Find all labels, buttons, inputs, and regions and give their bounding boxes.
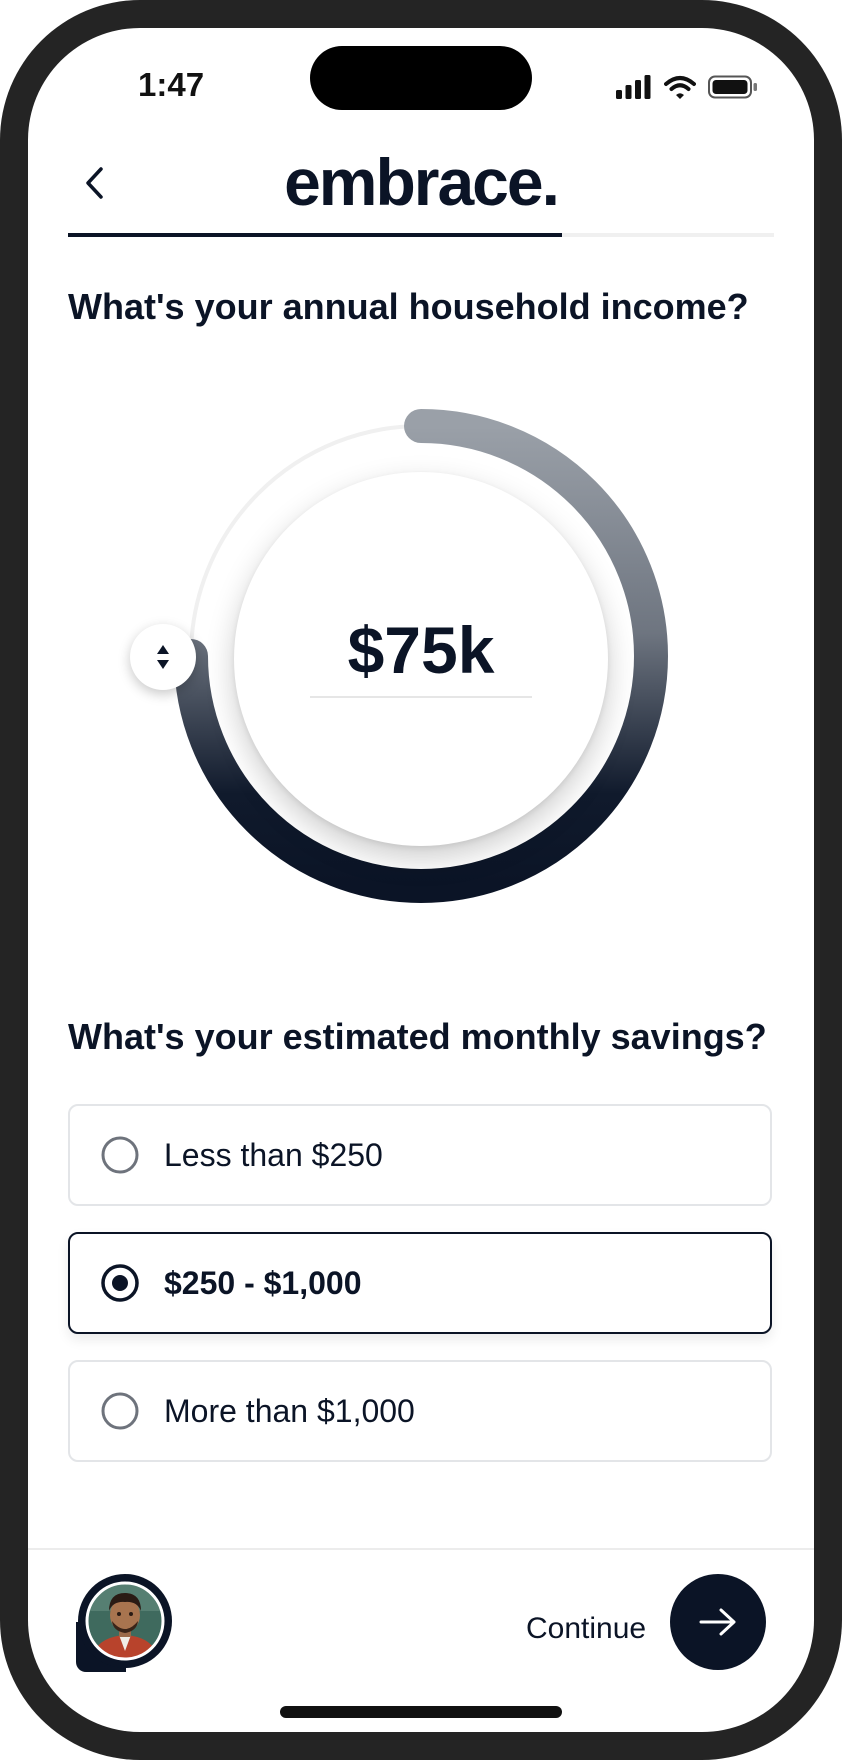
status-icons [616, 72, 758, 102]
income-value-underline [310, 696, 532, 698]
income-question: What's your annual household income? [68, 286, 749, 327]
savings-question: What's your estimated monthly savings? [68, 1016, 767, 1057]
option-label: Less than $250 [164, 1136, 383, 1173]
advisor-photo [85, 1581, 165, 1661]
income-dial[interactable]: $75k [28, 328, 814, 1008]
option-label: $250 - $1,000 [164, 1264, 362, 1301]
option-label: More than $1,000 [164, 1392, 415, 1429]
savings-option-more-than-1000[interactable]: More than $1,000 [68, 1360, 772, 1462]
footer-divider [28, 1548, 814, 1550]
continue-label[interactable]: Continue [526, 1612, 646, 1646]
progress-track [68, 233, 774, 237]
arrow-right-icon [699, 1608, 736, 1636]
radio-button[interactable] [100, 1135, 140, 1175]
radio-button[interactable] [100, 1391, 140, 1431]
phone-screen: 1:47 embrace. What's your annual househo… [28, 28, 814, 1732]
savings-option-250-1000[interactable]: $250 - $1,000 [68, 1232, 772, 1334]
status-time: 1:47 [138, 66, 205, 103]
radio-button-selected[interactable] [100, 1263, 140, 1303]
savings-option-less-than-250[interactable]: Less than $250 [68, 1104, 772, 1206]
up-down-arrows-icon [157, 645, 169, 669]
home-indicator [280, 1706, 562, 1718]
continue-button[interactable] [670, 1574, 766, 1670]
phone-frame: 1:47 embrace. What's your annual househo… [0, 0, 842, 1760]
dial-handle[interactable] [130, 624, 196, 690]
avatar [78, 1574, 172, 1668]
cellular-signal-icon [616, 75, 651, 99]
advisor-avatar-button[interactable] [76, 1574, 174, 1672]
income-value: $75k [347, 613, 495, 687]
brand-logo: embrace. [284, 145, 560, 219]
battery-icon [708, 75, 757, 99]
dynamic-island [310, 46, 532, 110]
progress-fill [68, 233, 563, 237]
wifi-icon [664, 76, 696, 99]
